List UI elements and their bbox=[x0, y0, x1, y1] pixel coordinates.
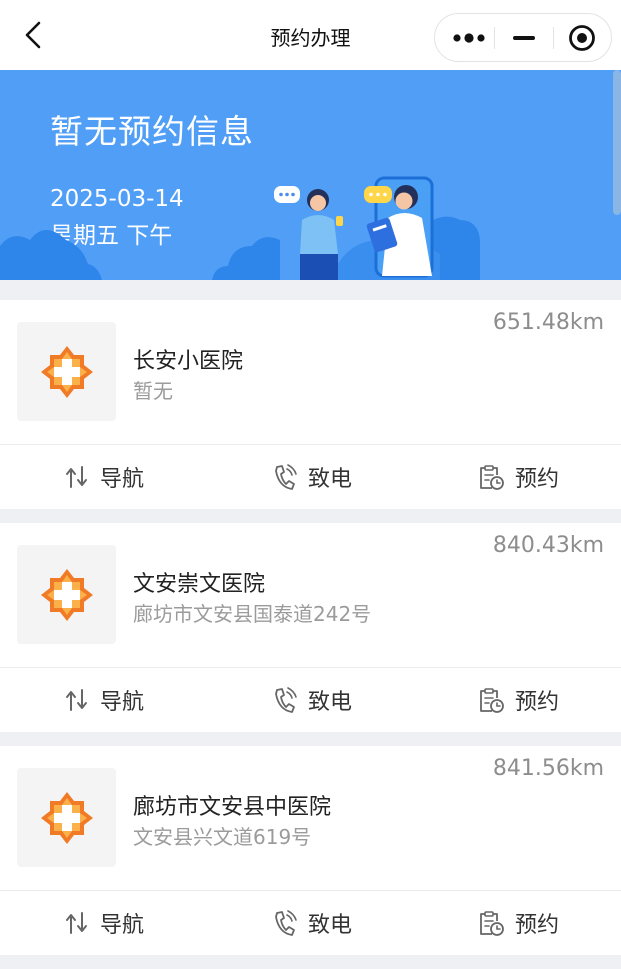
hospital-name: 廊坊市文安县中医院 bbox=[133, 795, 332, 820]
book-button[interactable]: 预约 bbox=[477, 891, 559, 955]
close-button[interactable] bbox=[552, 14, 612, 61]
mini-program-capsule bbox=[434, 13, 612, 62]
book-label: 预约 bbox=[515, 913, 560, 938]
distance: 840.43km bbox=[492, 533, 604, 558]
distance: 651.48km bbox=[492, 310, 604, 335]
clipboard-clock-icon bbox=[480, 911, 504, 936]
phone-call-icon bbox=[275, 910, 297, 936]
book-label: 预约 bbox=[515, 467, 560, 492]
hospital-cross-icon bbox=[40, 791, 93, 844]
hospital-card-3[interactable]: 841.56km 廊坊市文安县中医院 文安县兴文道619号 导航 致电 预约 bbox=[0, 746, 621, 955]
distance: 841.56km bbox=[492, 756, 604, 781]
book-label: 预约 bbox=[515, 690, 560, 715]
hospital-logo bbox=[17, 545, 116, 644]
navigate-button[interactable]: 导航 bbox=[64, 891, 144, 955]
card-actions: 导航 致电 预约 bbox=[0, 668, 621, 732]
call-label: 致电 bbox=[308, 690, 353, 715]
minimize-button[interactable] bbox=[494, 14, 554, 61]
clipboard-clock-icon bbox=[480, 465, 504, 490]
call-button[interactable]: 致电 bbox=[272, 891, 352, 955]
phone-call-icon bbox=[275, 687, 297, 713]
hospital-cross-icon bbox=[40, 568, 93, 621]
hospital-name: 长安小医院 bbox=[133, 349, 244, 374]
navigate-button[interactable]: 导航 bbox=[64, 668, 144, 732]
card-actions: 导航 致电 预约 bbox=[0, 891, 621, 955]
navigate-label: 导航 bbox=[100, 913, 145, 938]
clipboard-clock-icon bbox=[480, 688, 504, 713]
cloud-left bbox=[0, 230, 102, 280]
more-button[interactable] bbox=[439, 14, 499, 61]
book-button[interactable]: 预约 bbox=[477, 668, 559, 732]
navigate-button[interactable]: 导航 bbox=[64, 445, 144, 509]
hospital-logo bbox=[17, 322, 116, 421]
minimize-icon bbox=[513, 35, 535, 40]
banner-illustration bbox=[0, 176, 480, 280]
hospital-card-1[interactable]: 651.48km 长安小医院 暂无 导航 致电 预约 bbox=[0, 300, 621, 509]
navigate-label: 导航 bbox=[100, 690, 145, 715]
phone-call-icon bbox=[275, 464, 297, 490]
call-label: 致电 bbox=[308, 913, 353, 938]
navigate-icon bbox=[66, 466, 87, 488]
call-button[interactable]: 致电 bbox=[272, 668, 352, 732]
cloud-right bbox=[212, 237, 280, 280]
navigate-icon bbox=[66, 689, 87, 711]
nav-bar: 预约办理 bbox=[0, 0, 621, 70]
call-button[interactable]: 致电 bbox=[272, 445, 352, 509]
navigate-label: 导航 bbox=[100, 467, 145, 492]
more-dots-icon bbox=[453, 32, 485, 43]
card-actions: 导航 致电 预约 bbox=[0, 445, 621, 509]
target-close-icon bbox=[569, 24, 595, 51]
appointment-banner: 暂无预约信息 2025-03-14 星期五 下午 bbox=[0, 70, 621, 280]
navigate-icon bbox=[66, 912, 87, 934]
hospital-cross-icon bbox=[40, 345, 93, 398]
hospital-name: 文安崇文医院 bbox=[133, 572, 266, 597]
call-label: 致电 bbox=[308, 467, 353, 492]
hospital-address: 廊坊市文安县国泰道242号 bbox=[133, 602, 372, 626]
hospital-logo bbox=[17, 768, 116, 867]
hospital-card-2[interactable]: 840.43km 文安崇文医院 廊坊市文安县国泰道242号 导航 致电 预约 bbox=[0, 523, 621, 732]
hospital-address: 暂无 bbox=[133, 379, 173, 403]
scrollbar[interactable] bbox=[613, 70, 621, 215]
book-button[interactable]: 预约 bbox=[477, 445, 559, 509]
hospital-address: 文安县兴文道619号 bbox=[133, 825, 312, 849]
